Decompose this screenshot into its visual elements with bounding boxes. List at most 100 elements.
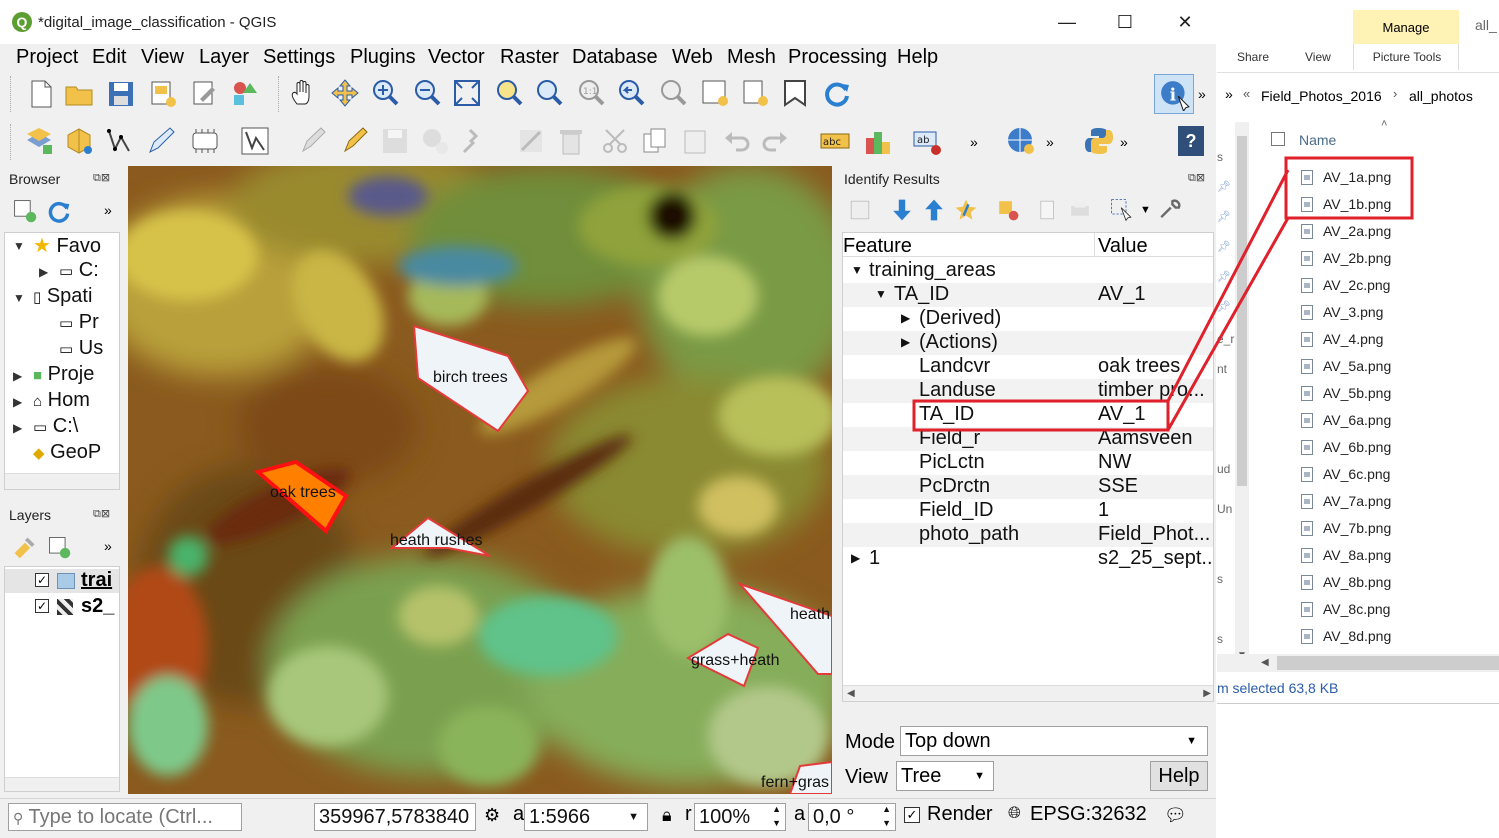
lock-scale-icon[interactable]: 🔒︎ <box>662 805 672 826</box>
expand-arrow-icon[interactable]: ▶ <box>13 395 22 409</box>
expand-arrow-icon[interactable]: ▶ <box>851 551 860 565</box>
browser-item-project-bookmarks[interactable]: ▭ Pr <box>59 311 99 334</box>
result-row-feature[interactable]: ▼ TA_ID AV_1 <box>843 283 1213 307</box>
expand-arrow-icon[interactable]: ▶ <box>13 369 22 383</box>
browser-hscrollbar[interactable] <box>5 473 119 489</box>
result-row-attribute-highlighted[interactable]: TA_ID AV_1 <box>843 403 1213 427</box>
zoom-native-icon[interactable]: 1:1 <box>576 78 606 108</box>
result-row-attribute[interactable]: Field_ID 1 <box>843 499 1213 523</box>
add-group-icon[interactable] <box>46 534 72 560</box>
result-row-attribute[interactable]: PicLctn NW <box>843 451 1213 475</box>
coordinate-field[interactable]: 359967,5783840 <box>314 803 476 831</box>
cut-features-icon[interactable] <box>600 126 630 156</box>
result-row-actions[interactable]: ▶ (Actions) <box>843 331 1213 355</box>
rotation-spinbox[interactable]: 0,0 ° ▲ ▼ <box>808 803 896 831</box>
expand-tree-icon[interactable] <box>848 198 872 222</box>
new-shapefile-layer-icon[interactable] <box>106 126 136 156</box>
column-value[interactable]: Value <box>1098 235 1148 258</box>
messages-icon[interactable]: 💬︎ <box>1164 805 1187 826</box>
panel-float-button[interactable]: ⧉⊠ <box>93 171 110 185</box>
refresh-browser-icon[interactable] <box>46 198 72 224</box>
help-contents-icon[interactable]: ? <box>1178 126 1204 156</box>
undo-icon[interactable] <box>722 126 752 156</box>
panel-float-button[interactable]: ⧉⊠ <box>1188 171 1205 185</box>
new-print-layout-icon[interactable] <box>148 79 178 109</box>
scrollbar-thumb[interactable] <box>1237 136 1247 486</box>
labeling-icon[interactable]: abc <box>820 126 850 156</box>
ribbon-picture-tools-tab[interactable]: Picture Tools <box>1353 44 1459 70</box>
new-map-view-icon[interactable] <box>700 78 730 108</box>
temporary-layer-icon[interactable] <box>190 126 220 156</box>
copy-features-icon[interactable] <box>640 126 670 156</box>
browser-item-spatial-bookmarks[interactable]: ▯ Spati <box>33 285 92 308</box>
move-feature-icon[interactable] <box>460 126 490 156</box>
address-bar[interactable]: » « Field_Photos_2016 › all_photos <box>1217 82 1499 110</box>
overflow-icon[interactable]: » <box>1225 86 1233 102</box>
paste-features-icon[interactable] <box>680 126 710 156</box>
expand-arrow-icon[interactable]: ▼ <box>13 239 25 253</box>
python-console-icon[interactable] <box>1084 126 1114 156</box>
menu-layer[interactable]: Layer <box>199 46 249 69</box>
web-services-icon[interactable] <box>1006 126 1036 156</box>
pan-hand-icon[interactable] <box>288 78 318 108</box>
result-row-raster-layer[interactable]: ▶ 1 s2_25_sept... <box>843 547 1213 571</box>
expand-arrow-icon[interactable]: ▶ <box>901 311 910 325</box>
help-button[interactable]: Help <box>1150 761 1208 791</box>
layers-overflow-icon[interactable]: » <box>104 538 112 554</box>
toggle-editing-icon[interactable] <box>340 126 370 156</box>
node-tool-icon[interactable] <box>516 126 546 156</box>
open-project-icon[interactable] <box>64 79 94 109</box>
result-row-attribute[interactable]: Landuse timber pro... <box>843 379 1213 403</box>
column-feature[interactable]: Feature <box>843 235 912 258</box>
redo-icon[interactable] <box>760 126 790 156</box>
column-divider[interactable] <box>1094 233 1095 257</box>
copy-feature-icon[interactable] <box>1036 198 1060 222</box>
result-row-derived[interactable]: ▶ (Derived) <box>843 307 1213 331</box>
locator-search-input[interactable]: ⚲ Type to locate (Ctrl... <box>8 803 242 831</box>
browser-item-project-home[interactable]: ■ Proje <box>33 363 94 386</box>
expand-arrow-icon[interactable]: ▼ <box>13 291 25 305</box>
minimize-button[interactable]: — <box>1052 10 1082 34</box>
layer-row-sentinel2[interactable]: ✓ s2_ <box>5 595 119 619</box>
render-checkbox[interactable]: ✓ <box>904 807 920 823</box>
browser-item-home[interactable]: ⌂ Hom <box>33 389 90 412</box>
crs-globe-icon[interactable]: 🌐︎ <box>1008 805 1021 823</box>
scroll-right-icon[interactable]: ▶ <box>1203 688 1211 699</box>
menu-project[interactable]: Project <box>16 46 78 69</box>
menu-vector[interactable]: Vector <box>428 46 485 69</box>
settings-wrench-icon[interactable] <box>1158 198 1182 222</box>
scroll-left-icon[interactable]: ◀ <box>1261 657 1269 668</box>
panel-float-button[interactable]: ⧉⊠ <box>93 507 110 521</box>
result-row-attribute[interactable]: photo_path Field_Phot... <box>843 523 1213 547</box>
new-project-icon[interactable] <box>26 79 56 109</box>
menu-view[interactable]: View <box>141 46 184 69</box>
save-edits-icon[interactable] <box>380 126 410 156</box>
zoom-in-icon[interactable] <box>370 78 400 108</box>
menu-edit[interactable]: Edit <box>92 46 126 69</box>
ribbon-share-tab[interactable]: Share <box>1237 50 1269 64</box>
vertex-tool-icon[interactable] <box>240 126 270 156</box>
pin-labels-icon[interactable]: ab <box>912 126 942 156</box>
layer-row-training-areas[interactable]: ✓ trai <box>5 569 119 593</box>
add-feature-icon[interactable] <box>420 126 450 156</box>
expand-arrow-icon[interactable]: ▶ <box>901 335 910 349</box>
map-canvas[interactable]: birch trees oak trees heath rushes heath… <box>128 166 832 794</box>
style-manager-icon[interactable] <box>230 79 260 109</box>
browser-item-geopackage[interactable]: ◆ GeoP <box>33 441 101 464</box>
spinbox-arrows-icon[interactable]: ▲ ▼ <box>772 804 781 830</box>
zoom-to-selection-icon[interactable] <box>494 78 524 108</box>
zoom-out-icon[interactable] <box>412 78 442 108</box>
menu-mesh[interactable]: Mesh <box>727 46 776 69</box>
result-row-attribute[interactable]: PcDrctn SSE <box>843 475 1213 499</box>
identify-mode-dropdown-icon[interactable]: ▼ <box>1140 204 1151 216</box>
show-bookmarks-icon[interactable] <box>780 78 810 108</box>
result-row-attribute[interactable]: Field_r Aamsveen <box>843 427 1213 451</box>
print-icon[interactable] <box>1068 198 1092 222</box>
view-select[interactable]: Tree ▼ <box>896 761 994 791</box>
layer-diagram-icon[interactable] <box>862 126 892 156</box>
save-project-icon[interactable] <box>106 79 136 109</box>
add-selected-layers-icon[interactable] <box>12 198 38 224</box>
identify-tool-active[interactable]: i <box>1154 74 1194 114</box>
menu-settings[interactable]: Settings <box>263 46 335 69</box>
scroll-left-icon[interactable]: ◀ <box>847 688 855 699</box>
